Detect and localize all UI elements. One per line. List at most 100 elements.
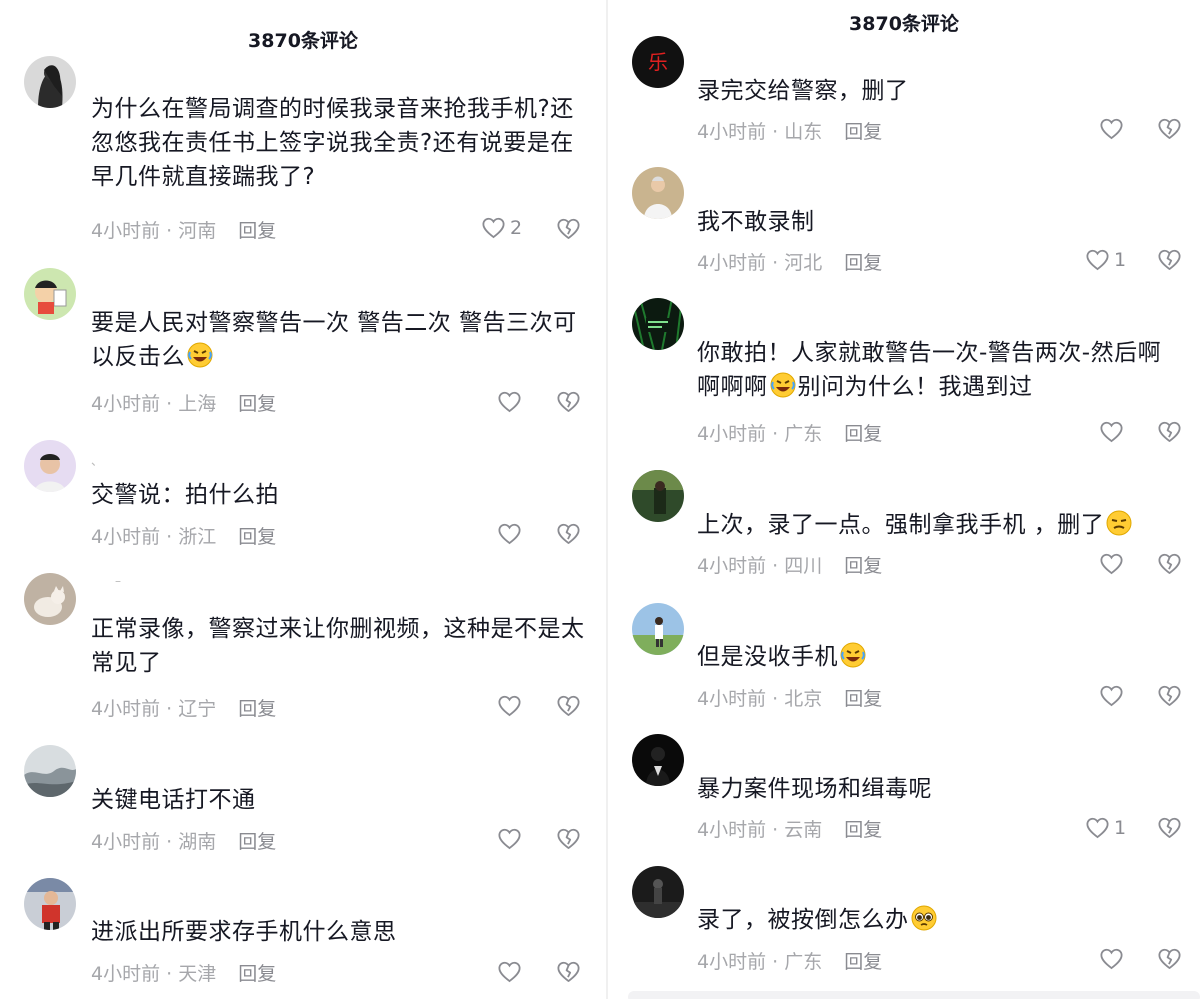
comment-meta: 4小时前 · 上海 回复 <box>91 393 277 415</box>
broken-heart-icon <box>1158 817 1181 838</box>
like-button[interactable] <box>496 388 523 415</box>
broken-heart-icon <box>557 828 580 849</box>
broken-heart-icon <box>557 961 580 982</box>
username-hint: 、 <box>91 454 104 468</box>
dislike-button[interactable] <box>555 692 582 719</box>
reply-button[interactable]: 回复 <box>238 963 276 985</box>
comment-text: 但是没收手机 <box>697 640 1177 674</box>
comment-meta: 4小时前 · 云南 回复 <box>697 819 883 841</box>
like-button[interactable] <box>496 958 523 985</box>
dislike-button[interactable] <box>1156 550 1183 577</box>
reply-button[interactable]: 回复 <box>844 819 882 841</box>
reply-button[interactable]: 回复 <box>844 951 882 973</box>
broken-heart-icon <box>1158 118 1181 139</box>
like-button[interactable] <box>496 520 523 547</box>
avatar[interactable] <box>24 573 76 625</box>
avatar[interactable] <box>632 603 684 655</box>
avatar[interactable] <box>632 470 684 522</box>
comment-text: 暴力案件现场和缉毒呢 <box>697 776 932 802</box>
avatar[interactable] <box>24 878 76 930</box>
reply-button[interactable]: 回复 <box>238 220 276 242</box>
heart-icon <box>1100 118 1123 140</box>
dislike-button[interactable] <box>555 520 582 547</box>
dislike-button[interactable] <box>1156 418 1183 445</box>
dislike-button[interactable] <box>1156 246 1183 273</box>
comment-text: 正常录像，警察过来让你删视频，这种是不是太常见了 <box>91 616 585 676</box>
reply-button[interactable]: 回复 <box>238 393 276 415</box>
heart-icon <box>498 961 521 983</box>
comment-meta: 4小时前 · 山东 回复 <box>697 121 883 143</box>
comment-text: 要是人民对警察警告一次 警告二次 警告三次可以反击么 <box>91 310 577 370</box>
broken-heart-icon <box>1158 553 1181 574</box>
avatar[interactable]: 乐 <box>632 36 684 88</box>
comments-panel-left: 3870条评论 为什么在警局调查的时候我录音来抢我手机?还忽悠我在责任书上签字说… <box>0 0 606 999</box>
broken-heart-icon <box>557 218 580 239</box>
heart-icon <box>1100 421 1123 443</box>
like-button[interactable]: 1 <box>1084 814 1126 841</box>
dislike-button[interactable] <box>555 388 582 415</box>
like-count: 1 <box>1114 816 1127 839</box>
reply-button[interactable]: 回复 <box>844 423 882 445</box>
heart-icon <box>482 217 505 239</box>
comment-meta: 4小时前 · 四川 回复 <box>697 555 883 577</box>
comment-meta: 4小时前 · 河北 回复 <box>697 252 883 274</box>
avatar[interactable] <box>24 745 76 797</box>
avatar[interactable] <box>632 866 684 918</box>
like-button[interactable] <box>1098 945 1125 972</box>
like-button[interactable] <box>1098 418 1125 445</box>
rofl-emoji <box>186 341 214 369</box>
avatar[interactable] <box>24 440 76 492</box>
comment-meta: 4小时前 · 广东 回复 <box>697 423 883 445</box>
reply-button[interactable]: 回复 <box>844 252 882 274</box>
comment-meta: 4小时前 · 广东 回复 <box>697 951 883 973</box>
avatar[interactable] <box>632 734 684 786</box>
dislike-button[interactable] <box>1156 945 1183 972</box>
broken-heart-icon <box>1158 948 1181 969</box>
reply-button[interactable]: 回复 <box>844 555 882 577</box>
broken-heart-icon <box>557 695 580 716</box>
heart-icon <box>498 828 521 850</box>
reply-button[interactable]: 回复 <box>844 121 882 143</box>
heart-icon <box>498 523 521 545</box>
like-button[interactable]: 1 <box>1084 246 1126 273</box>
comment-text: 交警说：拍什么拍 <box>91 482 279 508</box>
heart-icon <box>1100 553 1123 575</box>
comment-count-title: 3870条评论 <box>248 30 358 52</box>
dislike-button[interactable] <box>1156 682 1183 709</box>
comments-panel-right: 3870条评论 乐 录完交给警察，删了 4小时前 · 山东 回复 我不敢录制 4小… <box>608 0 1200 999</box>
dislike-button[interactable] <box>555 215 582 242</box>
avatar-text: 乐 <box>648 50 668 74</box>
comment-location: 河南 <box>178 220 217 242</box>
comment-meta: 4小时前 · 辽宁 回复 <box>91 698 277 720</box>
heart-icon <box>498 391 521 413</box>
like-button[interactable] <box>496 825 523 852</box>
like-count: 2 <box>510 216 523 239</box>
dislike-button[interactable] <box>1156 115 1183 142</box>
comment-input-bar-edge[interactable] <box>628 991 1200 999</box>
avatar[interactable] <box>24 268 76 320</box>
broken-heart-icon <box>557 523 580 544</box>
pleading-emoji <box>910 904 938 932</box>
dislike-button[interactable] <box>1156 814 1183 841</box>
avatar[interactable] <box>24 56 76 108</box>
heart-icon <box>1100 948 1123 970</box>
rofl-emoji <box>769 371 797 399</box>
dislike-button[interactable] <box>555 825 582 852</box>
avatar[interactable] <box>632 167 684 219</box>
heart-icon <box>1100 685 1123 707</box>
reply-button[interactable]: 回复 <box>238 698 276 720</box>
comment-meta: 4小时前 · 河南 回复 <box>91 220 277 242</box>
reply-button[interactable]: 回复 <box>844 688 882 710</box>
avatar[interactable] <box>632 298 684 350</box>
like-button[interactable] <box>1098 550 1125 577</box>
like-count: 1 <box>1114 248 1127 271</box>
like-button[interactable] <box>1098 115 1125 142</box>
comment-meta: 4小时前 · 湖南 回复 <box>91 831 277 853</box>
like-button[interactable] <box>1098 682 1125 709</box>
dislike-button[interactable] <box>555 958 582 985</box>
reply-button[interactable]: 回复 <box>238 831 276 853</box>
reply-button[interactable]: 回复 <box>238 526 276 548</box>
like-button[interactable] <box>496 692 523 719</box>
like-button[interactable]: 2 <box>480 214 522 241</box>
comment-text: 上次，录了一点。强制拿我手机 ，删了 <box>697 508 1177 542</box>
